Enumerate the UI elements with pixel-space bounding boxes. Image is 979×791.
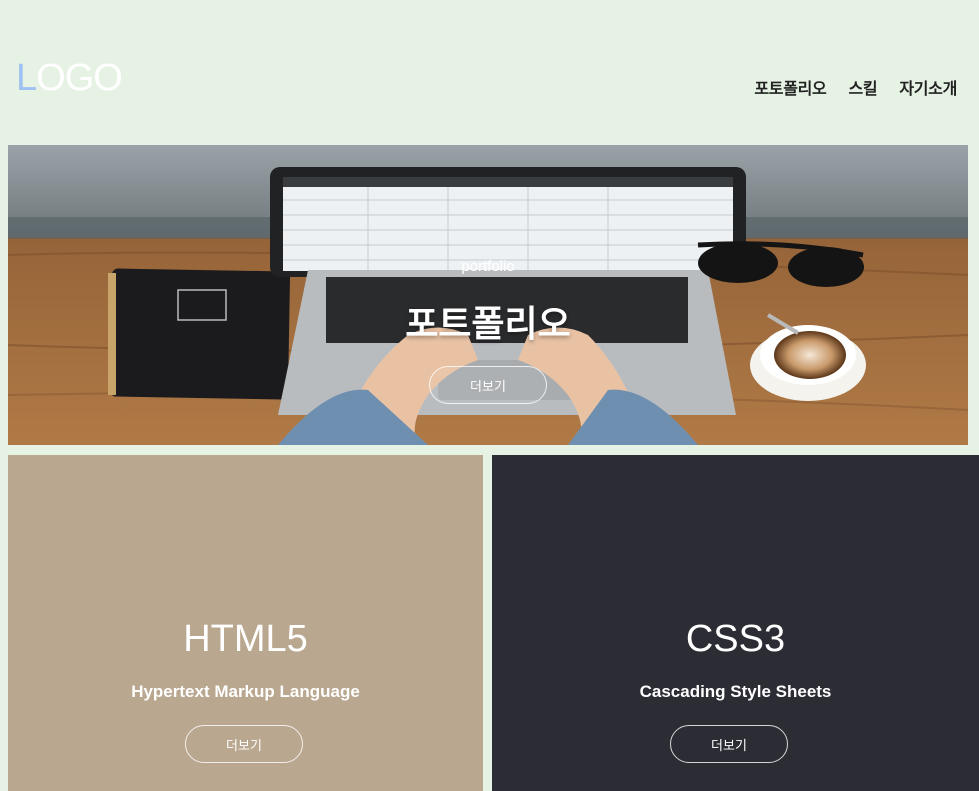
html5-more-button[interactable]: 더보기	[185, 725, 303, 763]
html5-card-title: HTML5	[183, 618, 308, 660]
hero-content: portfolio 포트폴리오 더보기	[8, 145, 968, 445]
nav-item-skill[interactable]: 스킬	[848, 75, 877, 99]
main-nav: 포토폴리오 스킬 자기소개	[754, 75, 957, 99]
css3-card-subtitle: Cascading Style Sheets	[639, 682, 832, 701]
site-header: LOGO 포토폴리오 스킬 자기소개	[0, 0, 979, 145]
css3-more-button[interactable]: 더보기	[670, 725, 788, 763]
hero-more-button[interactable]: 더보기	[429, 366, 547, 404]
css3-card-title: CSS3	[685, 618, 786, 660]
html5-card: HTML5 Hypertext Markup Language 더보기	[8, 455, 483, 791]
hero-subtitle: portfolio	[461, 258, 515, 275]
html5-card-subtitle: Hypertext Markup Language	[131, 682, 360, 701]
hero-banner: portfolio 포트폴리오 더보기	[8, 145, 968, 445]
nav-item-about[interactable]: 자기소개	[899, 75, 957, 99]
logo-first-letter: L	[16, 57, 37, 99]
nav-item-portfolio[interactable]: 포토폴리오	[754, 75, 826, 99]
hero-title: 포트폴리오	[405, 304, 571, 345]
logo[interactable]: LOGO	[16, 57, 123, 99]
logo-rest: OGO	[36, 57, 123, 99]
css3-card: CSS3 Cascading Style Sheets 더보기	[492, 455, 979, 791]
